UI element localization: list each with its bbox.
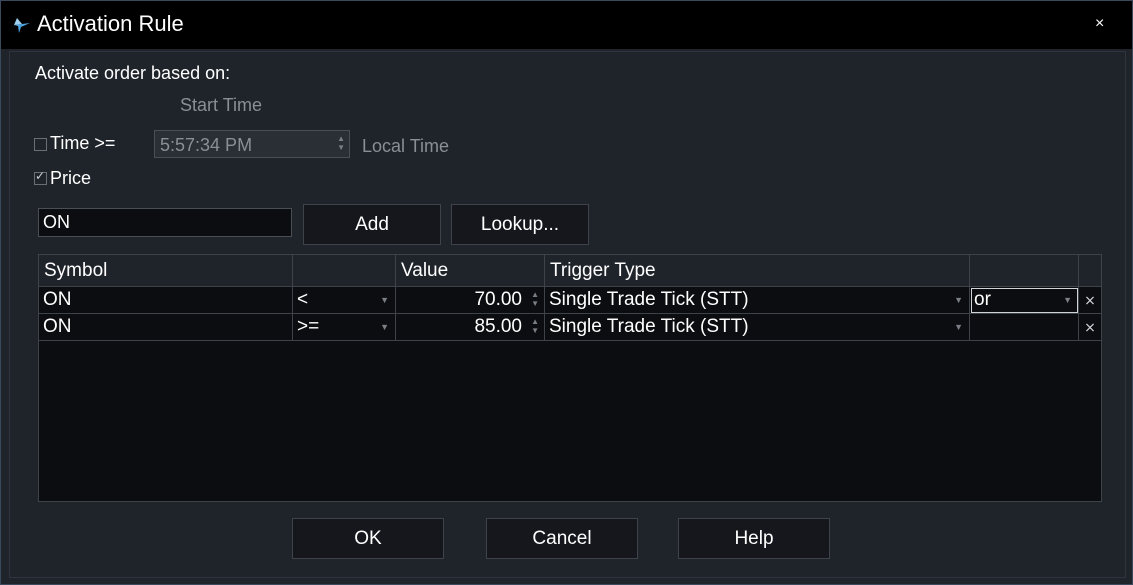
chevron-down-icon[interactable]: ▼ bbox=[380, 314, 389, 340]
row2-value-text: 85.00 bbox=[474, 316, 522, 337]
row2-trigger-value: Single Trade Tick (STT) bbox=[549, 316, 749, 337]
rules-grid: Symbol Value Trigger Type ON < ▼ 70.00 ▲… bbox=[38, 254, 1102, 502]
cancel-button[interactable]: Cancel bbox=[486, 518, 638, 559]
price-checkbox[interactable] bbox=[34, 169, 47, 185]
chevron-down-icon[interactable]: ▼ bbox=[954, 287, 963, 313]
start-time-input[interactable]: 5:57:34 PM ▲ ▼ bbox=[154, 130, 350, 158]
row2-trigger-type[interactable]: Single Trade Tick (STT) ▼ bbox=[545, 314, 970, 341]
help-button[interactable]: Help bbox=[678, 518, 830, 559]
form-heading: Activate order based on: bbox=[35, 63, 231, 83]
header-trigger-type: Trigger Type bbox=[545, 255, 970, 287]
header-logic bbox=[970, 255, 1079, 287]
local-time-label: Local Time bbox=[362, 136, 450, 156]
delete-row-icon[interactable]: ⨯ bbox=[1079, 314, 1101, 341]
row2-operator-value: >= bbox=[297, 316, 320, 337]
row1-value-text: 70.00 bbox=[474, 289, 522, 310]
chevron-down-icon[interactable]: ▼ bbox=[954, 314, 963, 340]
dialog-content: Activate order based on: Start Time Time… bbox=[9, 51, 1126, 578]
add-button[interactable]: Add bbox=[303, 204, 441, 245]
close-icon[interactable]: × bbox=[1095, 15, 1104, 33]
header-value: Value bbox=[396, 255, 545, 287]
header-delete bbox=[1079, 255, 1101, 287]
row2-logic[interactable] bbox=[970, 314, 1079, 341]
time-checkbox[interactable] bbox=[34, 138, 47, 151]
arrow-logo-icon bbox=[14, 18, 30, 33]
row1-logic-value: or bbox=[974, 289, 991, 310]
row1-symbol[interactable]: ON bbox=[39, 287, 293, 314]
value-spinner-icon[interactable]: ▲ ▼ bbox=[531, 317, 539, 335]
window-title: Activation Rule bbox=[37, 11, 184, 36]
header-operator bbox=[293, 255, 396, 287]
time-spinner-icon[interactable]: ▲ ▼ bbox=[337, 134, 345, 152]
time-checkbox-label: Time >= bbox=[50, 133, 116, 153]
row1-logic[interactable]: or ▼ bbox=[970, 287, 1079, 314]
row1-operator[interactable]: < ▼ bbox=[293, 287, 396, 314]
row1-value[interactable]: 70.00 ▲ ▼ bbox=[396, 287, 545, 314]
start-time-value: 5:57:34 PM bbox=[160, 135, 253, 155]
value-spinner-icon[interactable]: ▲ ▼ bbox=[531, 290, 539, 308]
row1-trigger-type[interactable]: Single Trade Tick (STT) ▼ bbox=[545, 287, 970, 314]
price-checkbox-label: Price bbox=[50, 168, 92, 188]
symbol-input[interactable]: ON bbox=[38, 208, 292, 237]
header-symbol: Symbol bbox=[39, 255, 293, 287]
row2-value[interactable]: 85.00 ▲ ▼ bbox=[396, 314, 545, 341]
chevron-down-icon[interactable]: ▼ bbox=[380, 287, 389, 313]
lookup-button[interactable]: Lookup... bbox=[451, 204, 589, 245]
ok-button[interactable]: OK bbox=[292, 518, 444, 559]
delete-row-icon[interactable]: ⨯ bbox=[1079, 287, 1101, 314]
activation-rule-dialog: Activation Rule × Activate order based o… bbox=[0, 0, 1133, 585]
row1-trigger-value: Single Trade Tick (STT) bbox=[549, 289, 749, 310]
start-time-label: Start Time bbox=[180, 95, 263, 115]
row2-operator[interactable]: >= ▼ bbox=[293, 314, 396, 341]
title-bar: Activation Rule × bbox=[1, 1, 1132, 49]
row2-symbol[interactable]: ON bbox=[39, 314, 293, 341]
row1-operator-value: < bbox=[297, 289, 309, 310]
chevron-down-icon[interactable]: ▼ bbox=[1063, 287, 1072, 313]
